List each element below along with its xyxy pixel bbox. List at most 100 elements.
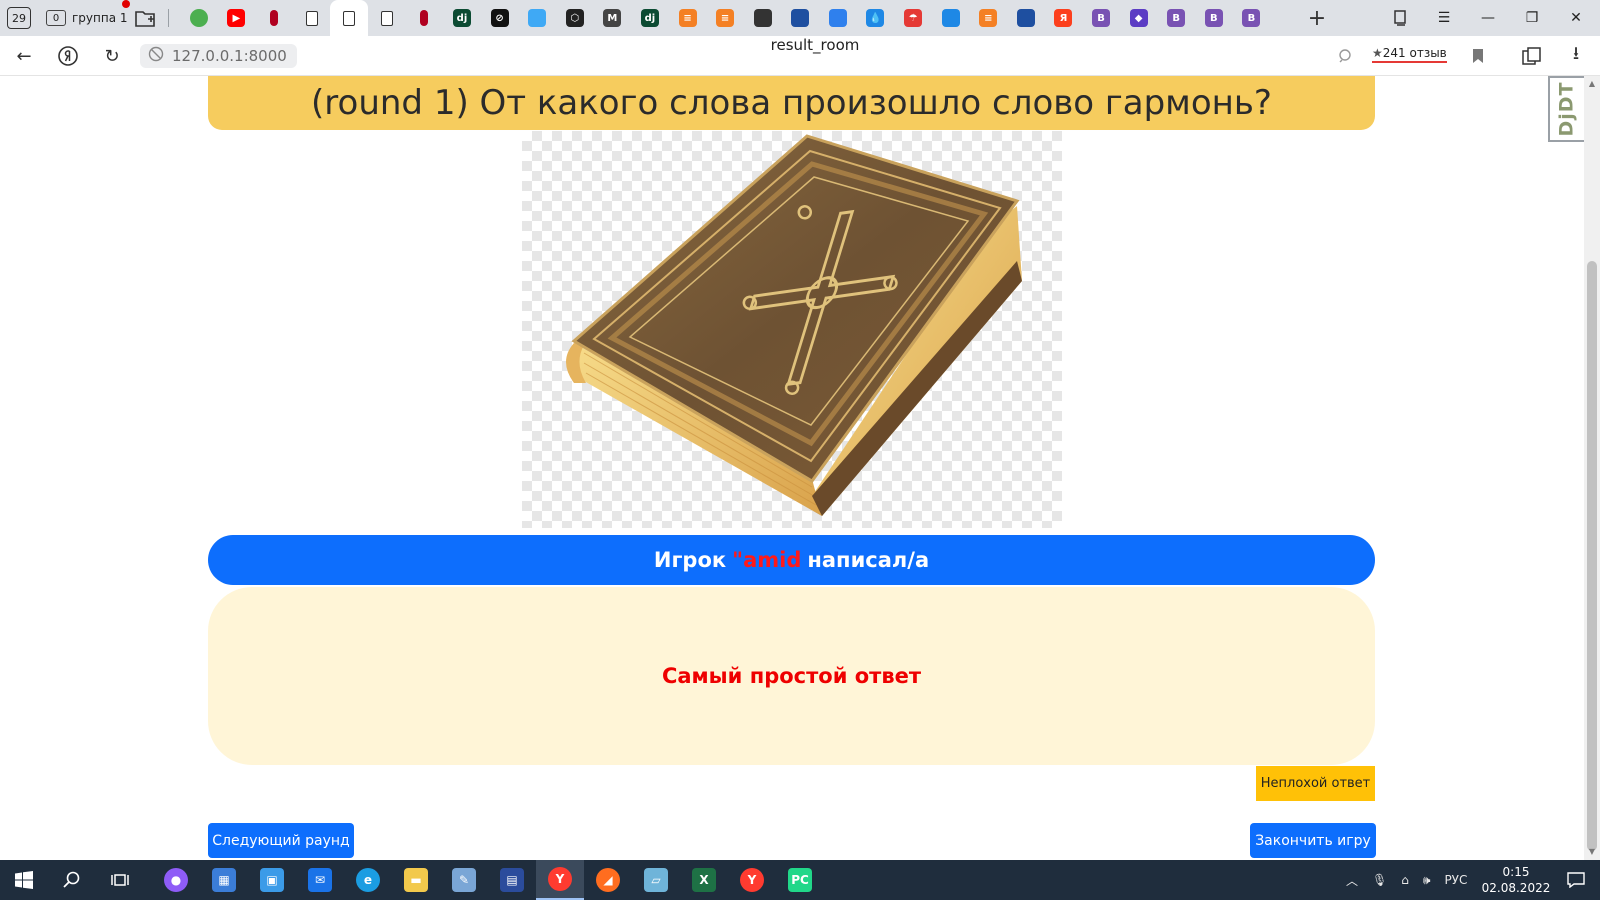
search-icon[interactable] — [48, 860, 96, 900]
task-view-icon[interactable] — [96, 860, 144, 900]
taskbar-app[interactable]: Y — [536, 860, 584, 900]
url-bar[interactable]: 127.0.0.1:8000 — [140, 44, 297, 68]
new-tab-button[interactable]: + — [1305, 6, 1329, 31]
system-tray: ︿ 🎙 ⌂ 🕪 РУС — [1346, 860, 1467, 900]
clock-date: 02.08.2022 — [1481, 881, 1551, 895]
back-arrow-icon[interactable]: ← — [10, 42, 38, 70]
browser-toolbar: ← ↻ 127.0.0.1:8000 result_room ★241 отзы… — [0, 36, 1600, 76]
pinned-tab[interactable] — [255, 0, 293, 36]
notifications-icon[interactable] — [1552, 860, 1600, 900]
taskbar-app[interactable]: ● — [152, 860, 200, 900]
yandex-browser-icon: Y — [548, 867, 572, 891]
pinned-tab[interactable]: B — [1157, 0, 1195, 36]
scroll-thumb[interactable] — [1587, 261, 1597, 851]
pinned-tab[interactable] — [819, 0, 857, 36]
excel-icon: X — [692, 868, 716, 892]
pinned-tab[interactable] — [406, 0, 444, 36]
django-icon: dj — [640, 9, 659, 27]
pinned-tab[interactable] — [180, 0, 218, 36]
translate-icon[interactable] — [1332, 42, 1360, 70]
chevron-up-icon[interactable]: ︿ — [1346, 872, 1358, 889]
yandex-browser-icon: Y — [740, 868, 764, 892]
language-indicator[interactable]: РУС — [1444, 873, 1467, 887]
tabs-menu-icon[interactable] — [1378, 0, 1422, 36]
pinned-tab[interactable]: M — [594, 0, 632, 36]
pinned-tab[interactable]: 💧 — [857, 0, 895, 36]
question-text: (round 1) От какого слова произошло слов… — [311, 83, 1272, 123]
pinned-tab[interactable]: B — [1082, 0, 1120, 36]
minimize-icon[interactable]: — — [1466, 0, 1510, 36]
collections-icon[interactable] — [1518, 42, 1546, 70]
pinned-tab[interactable]: dj — [443, 0, 481, 36]
pinned-tab[interactable]: ⊘ — [481, 0, 519, 36]
volume-icon[interactable]: 🕪 — [1423, 873, 1431, 888]
scroll-down-icon[interactable]: ▼ — [1587, 847, 1597, 857]
taskbar-app[interactable]: ▣ — [248, 860, 296, 900]
dark-square-icon — [753, 9, 772, 27]
debug-toolbar-label: DjDT — [1556, 81, 1578, 137]
pinned-tab[interactable]: B — [1195, 0, 1233, 36]
pinned-tab[interactable]: ⬡ — [556, 0, 594, 36]
start-button[interactable] — [0, 860, 48, 900]
pinned-tab[interactable]: ≡ — [706, 0, 744, 36]
edge-icon: e — [356, 868, 380, 892]
taskbar-app[interactable]: ✎ — [440, 860, 488, 900]
pinned-tab[interactable]: B — [1233, 0, 1271, 36]
taskbar-app[interactable]: e — [344, 860, 392, 900]
paint-icon: ✎ — [452, 868, 476, 892]
pinned-tab[interactable]: ◆ — [1120, 0, 1158, 36]
compass-icon: ◢ — [596, 868, 620, 892]
tab-group[interactable]: 0 группа 1 — [46, 7, 128, 29]
pinned-tab[interactable] — [330, 0, 368, 36]
taskbar-app[interactable]: X — [680, 860, 728, 900]
pinned-tab[interactable] — [368, 0, 406, 36]
player-name: "amid — [732, 548, 802, 572]
pinned-tab[interactable]: Я — [1045, 0, 1083, 36]
pinned-tab[interactable]: ☂ — [894, 0, 932, 36]
pinned-tab[interactable] — [518, 0, 556, 36]
end-game-button[interactable]: Закончить игру — [1250, 823, 1376, 858]
hex-icon: ⬡ — [565, 9, 584, 27]
new-tab-group-icon[interactable] — [134, 8, 158, 28]
camera-icon — [828, 9, 847, 27]
pinned-tab[interactable] — [1007, 0, 1045, 36]
pinned-tab[interactable]: dj — [631, 0, 669, 36]
taskbar-app[interactable]: ✉ — [296, 860, 344, 900]
yandex-logo-icon[interactable] — [54, 42, 82, 70]
taskbar-app[interactable]: ▦ — [200, 860, 248, 900]
site-info-icon[interactable] — [148, 46, 164, 66]
taskbar-app[interactable]: ▬ — [392, 860, 440, 900]
download-icon[interactable]: ⭳ — [1562, 42, 1590, 70]
restore-icon[interactable]: ❐ — [1510, 0, 1554, 36]
taskbar-app[interactable]: ▱ — [632, 860, 680, 900]
pinned-tab[interactable] — [293, 0, 331, 36]
taskbar-app[interactable]: ▤ — [488, 860, 536, 900]
tab-counter-button[interactable]: 29 — [7, 7, 31, 29]
taskbar-app[interactable]: Y — [728, 860, 776, 900]
stackoverflow-icon: ≡ — [979, 9, 998, 27]
microphone-icon[interactable]: 🎙 — [1372, 873, 1387, 887]
monitor-icon: ▣ — [260, 868, 284, 892]
reviews-badge[interactable]: ★241 отзыв — [1372, 46, 1447, 63]
bookmark-icon[interactable] — [1464, 42, 1492, 70]
debug-toolbar-handle[interactable]: DjDT — [1548, 76, 1584, 142]
taskbar-app[interactable]: ◢ — [584, 860, 632, 900]
pinned-tab[interactable]: ▶ — [218, 0, 256, 36]
pinned-tab[interactable] — [932, 0, 970, 36]
hamburger-menu-icon[interactable]: ☰ — [1422, 0, 1466, 36]
clock[interactable]: 0:15 02.08.2022 — [1478, 864, 1554, 896]
pinned-tab[interactable] — [782, 0, 820, 36]
close-icon[interactable]: ✕ — [1554, 0, 1598, 36]
scrollbar[interactable]: ▲ ▼ — [1584, 76, 1600, 860]
bootstrap-icon: B — [1167, 9, 1186, 27]
network-icon[interactable]: ⌂ — [1401, 873, 1409, 887]
pinned-tab[interactable] — [744, 0, 782, 36]
next-round-button[interactable]: Следующий раунд — [208, 823, 354, 858]
taskbar-app[interactable]: PC — [776, 860, 824, 900]
pinned-tab[interactable]: ≡ — [669, 0, 707, 36]
reload-icon[interactable]: ↻ — [98, 42, 126, 70]
url-text: 127.0.0.1:8000 — [172, 47, 287, 65]
scroll-up-icon[interactable]: ▲ — [1587, 79, 1597, 89]
pinned-tab[interactable]: ≡ — [969, 0, 1007, 36]
good-answer-button[interactable]: Неплохой ответ — [1256, 766, 1375, 801]
